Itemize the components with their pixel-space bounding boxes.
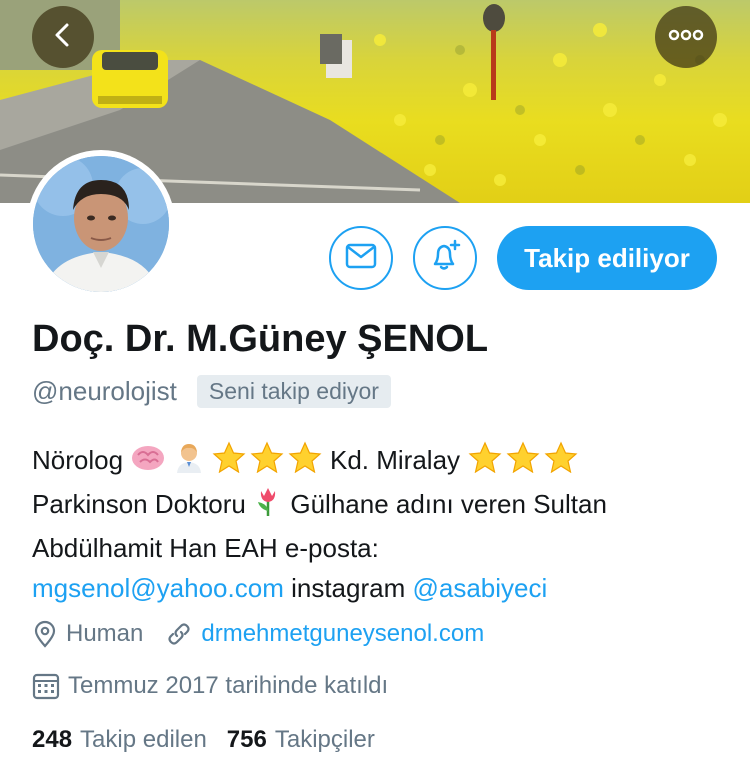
bio-text: instagram bbox=[291, 573, 406, 603]
follows-you-badge: Seni takip ediyor bbox=[196, 375, 391, 408]
user-handle: @neurolojist bbox=[32, 376, 177, 406]
profile-meta-joined: Temmuz 2017 tarihinde katıldı bbox=[32, 672, 388, 700]
bio-instagram-link[interactable]: @asabiyeci bbox=[412, 573, 547, 603]
stars-emoji-icon bbox=[467, 441, 579, 484]
back-button[interactable] bbox=[32, 6, 94, 68]
doctor-emoji-icon bbox=[174, 441, 204, 484]
link-icon bbox=[165, 620, 193, 648]
location-pin-icon bbox=[32, 620, 58, 648]
more-options-button[interactable] bbox=[655, 6, 717, 68]
chevron-left-icon bbox=[50, 22, 76, 53]
display-name: Doç. Dr. M.Güney ŞENOL bbox=[32, 318, 489, 360]
avatar[interactable] bbox=[27, 150, 175, 298]
bell-plus-icon bbox=[427, 238, 463, 279]
following-label: Takip edilen bbox=[80, 726, 207, 753]
following-button[interactable]: Takip ediliyor bbox=[497, 226, 717, 290]
followers-count: 756 bbox=[226, 726, 267, 753]
mail-icon bbox=[345, 243, 377, 274]
stars-emoji-icon bbox=[211, 441, 323, 484]
bio-text: Kd. Miralay bbox=[330, 445, 461, 475]
bio-email-link[interactable]: mgsenol@yahoo.com bbox=[32, 573, 284, 603]
location-text: Human bbox=[66, 620, 144, 647]
joined-date: Temmuz 2017 tarihinde katıldı bbox=[68, 672, 389, 699]
followers-label: Takipçiler bbox=[274, 726, 375, 753]
followers-stat[interactable]: 756 Takipçiler bbox=[227, 726, 375, 754]
more-horizontal-icon bbox=[668, 28, 704, 46]
following-stat[interactable]: 248 Takip edilen bbox=[32, 726, 207, 754]
website-link[interactable]: drmehmetguneysenol.com bbox=[201, 620, 484, 648]
message-button[interactable] bbox=[329, 226, 393, 290]
profile-meta-location: Human drmehmetguneysenol.com bbox=[32, 620, 484, 648]
notifications-button[interactable] bbox=[413, 226, 477, 290]
bio-text: Nörolog bbox=[32, 445, 124, 475]
bio-text: Parkinson Doktoru bbox=[32, 489, 246, 519]
follow-stats: 248 Takip edilen 756 Takipçiler bbox=[32, 726, 375, 754]
brain-emoji-icon bbox=[130, 443, 166, 484]
following-count: 248 bbox=[32, 726, 73, 753]
calendar-icon bbox=[32, 672, 60, 700]
handle-row: @neurolojist Seni takip ediyor bbox=[32, 375, 391, 408]
profile-bio: Nörolog Kd. Miralay Parkinson Doktoru Gü… bbox=[32, 440, 732, 608]
tulip-emoji-icon bbox=[253, 485, 283, 528]
avatar-photo bbox=[33, 156, 169, 292]
